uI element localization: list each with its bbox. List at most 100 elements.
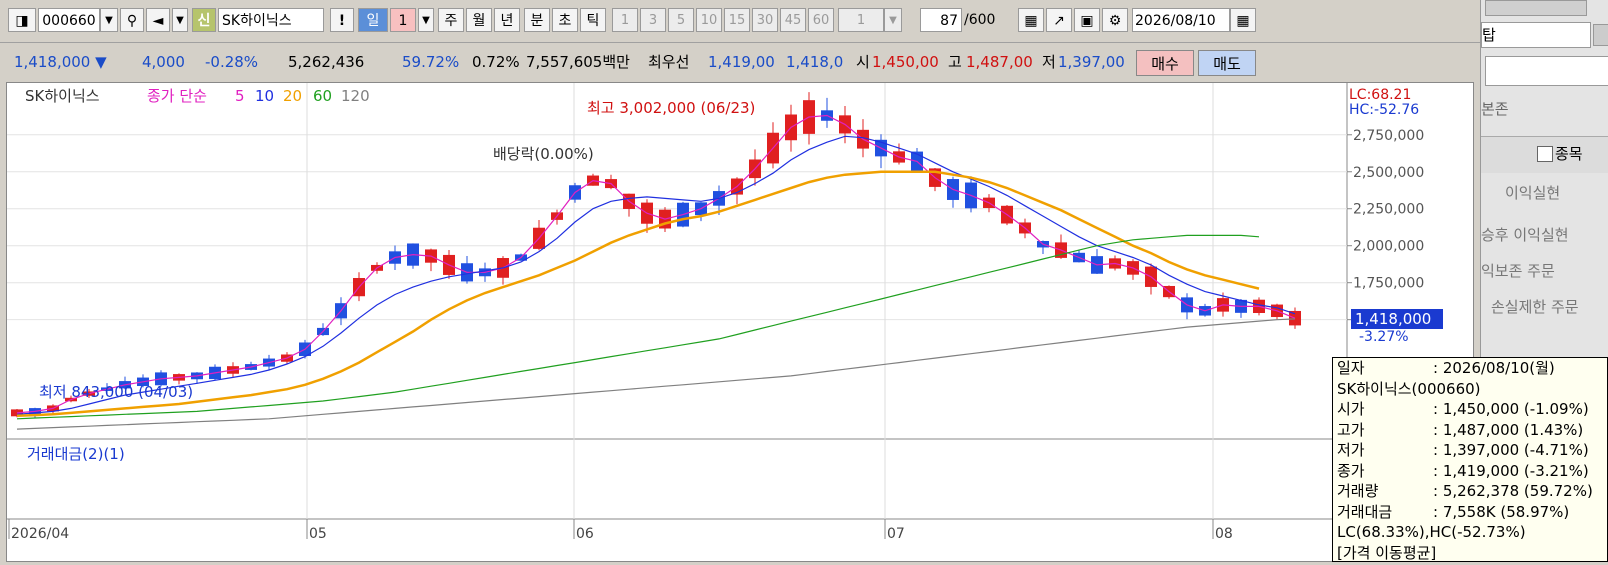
tooltip-row-key: 일자 [1337, 359, 1365, 377]
tooltip-row-key: 고가 [1337, 420, 1365, 439]
interval-3-button[interactable]: 3 [640, 8, 666, 32]
profit-preserve-order[interactable]: 익보존 주문 [1481, 260, 1555, 281]
interval-input-dropdown-icon[interactable]: ▼ [884, 8, 902, 32]
low-price: 1,397,00 [1058, 53, 1125, 71]
chart-canvas[interactable]: 2,750,000 2,500,000 2,250,000 2,000,000 1,75… [7, 83, 1473, 561]
legend-ma-5: 5 [235, 87, 245, 105]
price-tick-label: 1,750,000 [1353, 276, 1424, 292]
quote-bar: 1,418,000 ▼ 4,000 -0.28% 5,262,436 59.72… [0, 48, 1480, 78]
tooltip-row: 종가: 1,419,000 (-3.21%) [1337, 461, 1607, 482]
tooltip-row: 고가 : 1,487,000 (1.43%) [1337, 420, 1607, 441]
profit-realize-label: 이익실현 [1505, 184, 1561, 202]
interval-45-button[interactable]: 45 [780, 8, 806, 32]
tooltip-row-value: : 1,397,000 (-4.71%) [1433, 441, 1589, 459]
layout-icon[interactable]: ◨ [8, 8, 36, 32]
price-tick-label: 2,250,000 [1353, 202, 1424, 218]
stock-code-input[interactable]: 000660 [38, 8, 100, 32]
tooltip-row: 시가: 1,450,000 (-1.09%) [1337, 399, 1607, 420]
turnover-pct: 0.72% [472, 53, 520, 71]
volume-title: 거래대금(2)(1) [27, 445, 125, 463]
alert-button[interactable]: ! [330, 8, 354, 32]
tooltip-row-value: [가격 이동평균] [1337, 543, 1437, 562]
current-price-tag-text: 1,418,000 [1355, 310, 1431, 328]
current-price: 1,418,000 ▼ [14, 53, 107, 71]
gear-icon[interactable]: ⚙ [1102, 8, 1128, 32]
best-bid: 1,418,0 [786, 53, 844, 71]
date-label: 08 [1215, 526, 1233, 542]
stock-checkbox[interactable] [1537, 146, 1553, 162]
price-tick-label: 2,500,000 [1353, 165, 1424, 181]
count-input[interactable]: 87 [920, 8, 962, 32]
tooltip-row-key: 거래대금 [1337, 502, 1393, 521]
tooltip-row-value: SK하이닉스(000660) [1337, 379, 1481, 398]
interval-dropdown-icon[interactable]: ▼ [418, 8, 434, 32]
tooltip-row-value: : 7,558K (58.97%) [1433, 502, 1570, 521]
tab-weekly[interactable]: 주 [438, 8, 464, 32]
legend-ma-60: 60 [313, 87, 332, 105]
date-label: 05 [309, 526, 327, 542]
tooltip-row: LC(68.33%),HC(-52.73%) [1337, 522, 1607, 543]
panel-top-control[interactable] [1485, 0, 1587, 16]
interval-10-button[interactable]: 10 [696, 8, 722, 32]
panel-preserve-label: 본존 [1481, 100, 1509, 118]
speaker-dropdown-icon[interactable]: ▼ [172, 8, 188, 32]
interval-5-button[interactable]: 5 [668, 8, 694, 32]
panel-field-1[interactable]: 탑 [1481, 22, 1591, 48]
volume-pct: 59.72% [402, 53, 460, 71]
tooltip-row-key: 저가 [1337, 441, 1365, 459]
tooltip-row-value: : 1,450,000 (-1.09%) [1433, 400, 1589, 418]
save-icon[interactable]: ▣ [1074, 8, 1100, 32]
high-label: 고 [948, 53, 962, 71]
price-change: 4,000 [142, 53, 185, 71]
tooltip-row-value: : 2026/08/10(월) [1433, 359, 1555, 377]
calendar-icon[interactable]: ▦ [1230, 8, 1256, 32]
tooltip-row: 거래대금 : 7,558K (58.97%) [1337, 502, 1607, 523]
tab-tick[interactable]: 틱 [580, 8, 606, 32]
code-dropdown-icon[interactable]: ▼ [100, 8, 118, 32]
price-chart[interactable]: 2,750,000 2,500,000 2,250,000 2,000,000 1,75… [6, 82, 1474, 562]
interval-30-button[interactable]: 30 [752, 8, 778, 32]
tab-yearly[interactable]: 년 [494, 8, 520, 32]
tooltip-row: 거래량: 5,262,378 (59.72%) [1337, 481, 1607, 502]
current-change-tag: -3.27% [1359, 329, 1409, 345]
high-price: 1,487,00 [966, 53, 1033, 71]
open-price: 1,450,00 [872, 53, 939, 71]
dividend-annotation: 배당락(0.00%) [493, 145, 594, 163]
tab-second[interactable]: 초 [552, 8, 578, 32]
interval-input[interactable]: 1 [838, 8, 884, 32]
tooltip-row: 일자 : 2026/08/10(월) [1337, 358, 1607, 379]
interval-1-button[interactable]: 1 [612, 8, 638, 32]
speaker-icon[interactable]: ◄ [146, 8, 170, 32]
sell-button[interactable]: 매도 [1198, 50, 1256, 76]
price-change-pct: -0.28% [205, 53, 259, 71]
legend-ma-10: 10 [255, 87, 274, 105]
buy-button[interactable]: 매수 [1136, 50, 1194, 76]
legend-stock-name: SK하이닉스 [25, 87, 100, 105]
date-input[interactable]: 2026/08/10 [1132, 8, 1230, 32]
stock-checkbox-label: 종목 [1555, 145, 1583, 163]
legend-ma-20: 20 [283, 87, 302, 105]
candle-type-icon[interactable]: ▦ [1018, 8, 1044, 32]
tab-daily[interactable]: 일 [358, 8, 388, 32]
daily-interval-value[interactable]: 1 [390, 8, 416, 32]
interval-60-button[interactable]: 60 [808, 8, 834, 32]
trading-amount: 7,557,605백만 [526, 53, 630, 71]
legend-ma-label: 종가 단순 [147, 87, 207, 105]
tab-monthly[interactable]: 월 [466, 8, 492, 32]
chart-toolbar: ◨ 000660 ▼ ⚲ ◄ ▼ 신 SK하이닉스 ! 일 1 ▼ 주 월 년 … [0, 0, 1480, 43]
stoploss-order[interactable]: 손실제한 주문 [1491, 296, 1579, 317]
tab-minute[interactable]: 분 [524, 8, 550, 32]
lc-label: LC:68.21 [1349, 87, 1411, 103]
panel-field-2[interactable] [1485, 56, 1608, 86]
search-icon[interactable]: ⚲ [120, 8, 144, 32]
best-ask: 1,419,00 [708, 53, 775, 71]
panel-field-1-button[interactable] [1593, 24, 1608, 46]
price-tick-label: 2,750,000 [1353, 128, 1424, 144]
tooltip-row-value: LC(68.33%),HC(-52.73%) [1337, 523, 1526, 541]
stock-name-field[interactable]: SK하이닉스 [218, 8, 324, 32]
tooltip-row-value: : 1,487,000 (1.43%) [1433, 420, 1584, 439]
interval-15-button[interactable]: 15 [724, 8, 750, 32]
new-badge: 신 [192, 8, 216, 32]
count-max-label: /600 [964, 12, 996, 28]
line-tool-icon[interactable]: ↗ [1046, 8, 1072, 32]
